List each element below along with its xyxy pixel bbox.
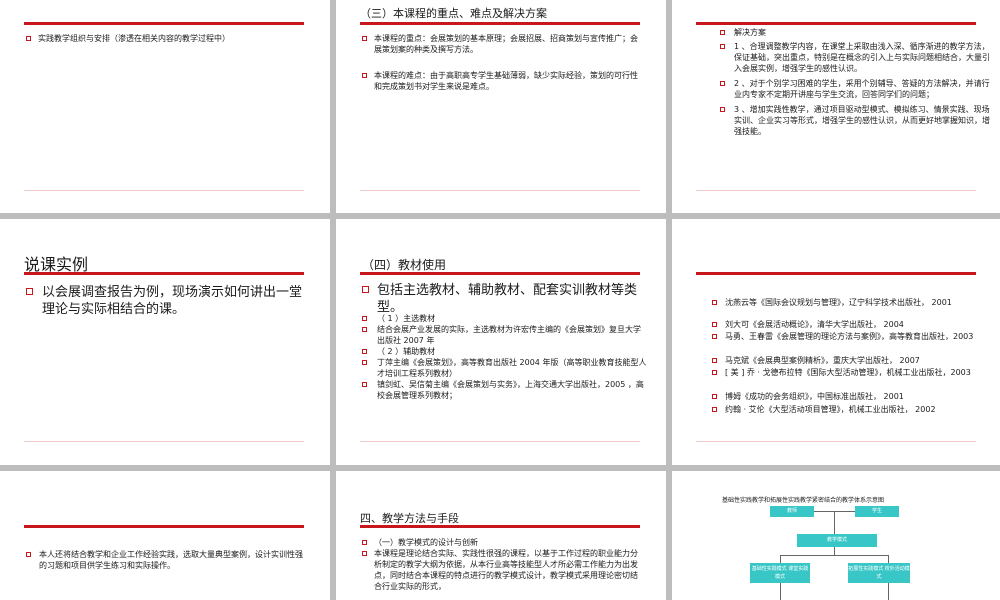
title-underline	[360, 525, 640, 528]
list-item: （ 2 ）辅助教材	[377, 347, 436, 356]
list-item: 约翰 · 艾伦《大型活动项目管理》，机械工业出版社， 2002	[725, 405, 936, 414]
basic-practice-box: 基础性实践模式 课堂实践模式	[750, 563, 810, 583]
slide-6[interactable]: 沈燕云等《国际会议规划与管理》，辽宁科学技术出版社， 2001 刘大可《会展活动…	[672, 219, 1000, 465]
slide-4[interactable]: 说课实例 以会展调查报告为例，现场演示如何讲出一堂理论与实际相结合的课。	[0, 219, 330, 465]
student-box: 学生	[855, 506, 899, 517]
slide-7[interactable]: 本人还将结合教学和企业工作经验实践，选取大量典型案例，设计实训性强的习题和项目供…	[0, 471, 330, 600]
connector-line	[780, 583, 781, 600]
title-underline	[696, 22, 976, 25]
list-item: 本课程的重点：会展策划的基本原理；会展招展、招商策划与宣传推广；会展策划案的种类…	[374, 34, 638, 54]
list-item: 沈燕云等《国际会议规划与管理》，辽宁科学技术出版社， 2001	[725, 298, 952, 307]
bullet-icon	[712, 394, 717, 399]
teacher-box: 教师	[770, 506, 814, 517]
diagram-title: 基础性实践教学和拓展性实践教学紧密结合的教学体系示意图	[722, 497, 885, 504]
bullet-icon	[720, 44, 725, 49]
list-item: 丁萍主编《会展策划》，高等教育出版社 2004 年版（高等职业教育技能型人才培训…	[377, 358, 647, 378]
connector-line	[780, 555, 888, 556]
bullet-icon	[712, 300, 717, 305]
connector-line	[888, 583, 889, 600]
list-item: 结合会展产业发展的实际，主选教材为许宏传主编的《会展策划》复旦大学出版社 200…	[377, 325, 641, 345]
bullet-icon	[26, 552, 31, 557]
footer-line	[360, 190, 640, 191]
bullet-icon	[26, 36, 31, 41]
footer-line	[24, 441, 304, 442]
bullet-icon	[362, 73, 367, 78]
bullet-icon	[712, 407, 717, 412]
slide-title: （三）本课程的重点、难点及解决方案	[360, 7, 547, 20]
title-underline	[24, 22, 304, 25]
connector-line	[834, 547, 835, 555]
connector-line	[780, 555, 781, 563]
bullet-icon	[362, 327, 367, 332]
title-underline	[24, 272, 304, 275]
bullet-icon	[362, 316, 367, 321]
title-underline	[360, 22, 640, 25]
slide-title: 四、教学方法与手段	[360, 512, 459, 525]
list-item: 镇剑虹、吴信菊主编《会展策划与实务》，上海交通大学出版社，2005 ，高校会展管…	[377, 380, 644, 400]
list-item: 马克斌《会展典型案例精析》，重庆大学出版社， 2007	[725, 356, 920, 365]
bullet-icon	[362, 286, 369, 293]
footer-line	[696, 190, 976, 191]
list-item: 本人还将结合教学和企业工作经验实践，选取大量典型案例，设计实训性强的习题和项目供…	[39, 550, 303, 570]
bullet-icon	[362, 36, 367, 41]
list-item: 本课程的难点：由于高职高专学生基础薄弱，缺少实际经验，策划的可行性和完成策划书对…	[374, 71, 638, 91]
bullet-icon	[362, 382, 367, 387]
bullet-icon	[362, 540, 367, 545]
slide-5[interactable]: （四）教材使用 包括主选教材、辅助教材、配套实训教材等类型。 （ 1 ）主选教材…	[336, 219, 666, 465]
slide-9[interactable]: 基础性实践教学和拓展性实践教学紧密结合的教学体系示意图 教师 学生 教学模式 基…	[672, 471, 1000, 600]
bullet-icon	[720, 30, 725, 35]
slide-3[interactable]: 解决方案 1 、合理调整教学内容，在课堂上采取由浅入深、循序渐进的教学方法，保证…	[672, 0, 1000, 213]
bullet-icon	[712, 370, 717, 375]
bullet-icon	[362, 360, 367, 365]
title-underline	[360, 272, 640, 275]
list-item: 实践教学组织与安排（渗透在相关内容的教学过程中）	[38, 34, 230, 43]
list-item: 本课程是理论结合实际、实践性很强的课程，以基于工作过程的职业能力分析制定的教学大…	[374, 549, 638, 591]
slide-title: （四）教材使用	[362, 258, 447, 272]
extended-practice-box: 拓展性实践模式 校外活动模式	[848, 563, 910, 583]
list-item: （ 1 ）主选教材	[377, 314, 436, 323]
title-underline	[24, 525, 304, 528]
list-item: 2 、对于个别学习困难的学生，采用个别辅导、答疑的方法解决，并请行业内专家不定期…	[734, 79, 990, 99]
list-item: 3 、增加实践性教学，通过项目驱动型模式、模拟练习、情景实践、现场实训、企业实习…	[734, 105, 990, 136]
list-item: 刘大可《会展活动概论》，清华大学出版社， 2004	[725, 320, 904, 329]
bullet-icon	[362, 551, 367, 556]
bullet-icon	[712, 322, 717, 327]
footer-line	[360, 441, 640, 442]
bullet-icon	[720, 107, 725, 112]
list-item: 1 、合理调整教学内容，在课堂上采取由浅入深、循序渐进的教学方法，保证基础，突出…	[734, 42, 990, 73]
list-item: 马勇、王春雷《会展管理的理论方法与案例》，高等教育出版社，2003	[725, 332, 974, 341]
bullet-icon	[720, 81, 725, 86]
connector-line	[888, 555, 889, 563]
list-item: 包括主选教材、辅助教材、配套实训教材等类型。	[377, 283, 638, 315]
slide-1[interactable]: 实践教学组织与安排（渗透在相关内容的教学过程中）	[0, 0, 330, 213]
connector-line	[834, 512, 835, 534]
list-item: （一）教学模式的设计与创新	[374, 538, 478, 547]
footer-line	[24, 190, 304, 191]
slide-8[interactable]: 四、教学方法与手段 （一）教学模式的设计与创新 本课程是理论结合实际、实践性很强…	[336, 471, 666, 600]
list-item: 博姆《成功的会务组织》，中国标准出版社， 2001	[725, 392, 904, 401]
bullet-icon	[362, 349, 367, 354]
bullet-icon	[712, 358, 717, 363]
bullet-icon	[26, 288, 33, 295]
footer-line	[696, 441, 976, 442]
slide-2[interactable]: （三）本课程的重点、难点及解决方案 本课程的重点：会展策划的基本原理；会展招展、…	[336, 0, 666, 213]
title-underline	[696, 272, 976, 275]
list-item: [ 美 ] 乔 · 戈德布拉特《国际大型活动管理》，机械工业出版社，2003	[725, 368, 971, 377]
list-item: 解决方案	[734, 28, 766, 37]
teaching-mode-box: 教学模式	[797, 534, 877, 547]
bullet-icon	[712, 334, 717, 339]
list-item: 以会展调查报告为例，现场演示如何讲出一堂理论与实际相结合的课。	[42, 285, 303, 317]
